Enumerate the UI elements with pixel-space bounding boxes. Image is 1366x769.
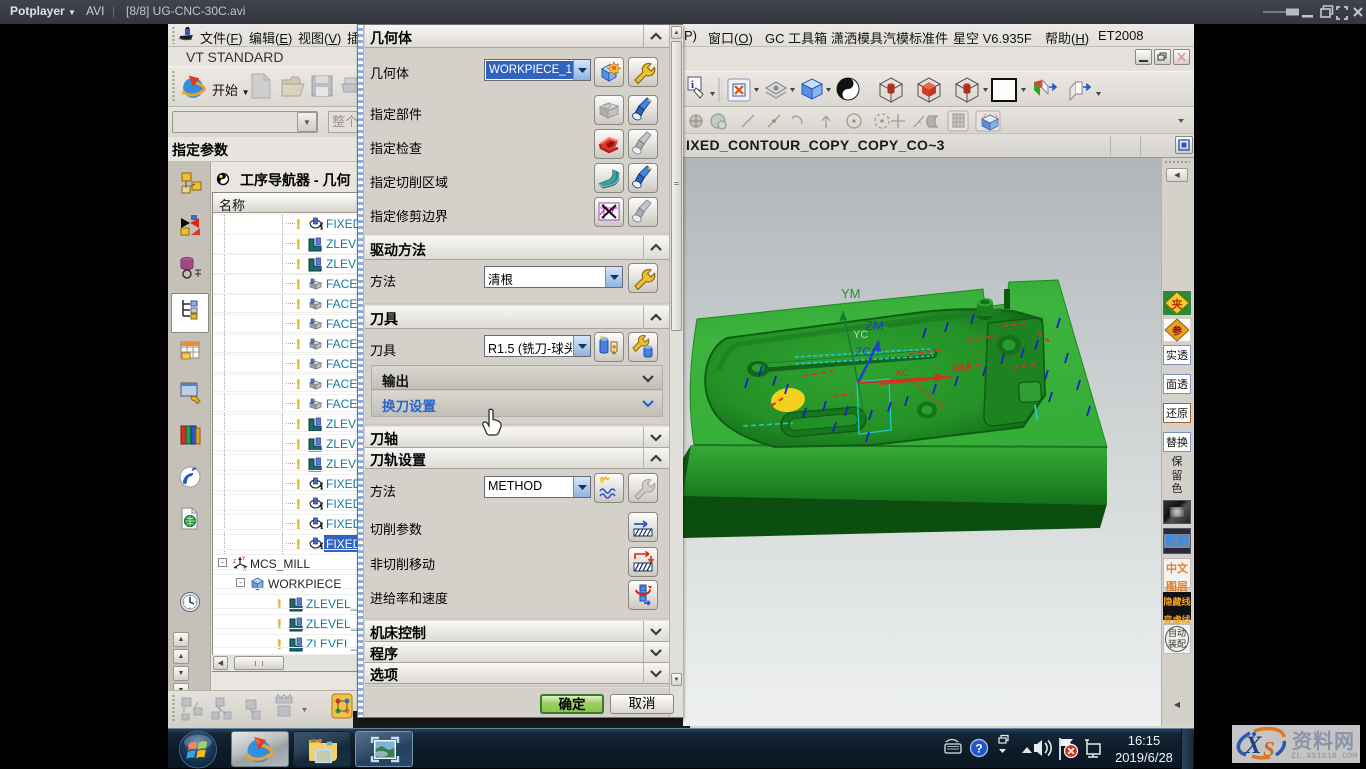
svg-text:YM: YM	[841, 286, 861, 301]
svg-text:S: S	[1263, 737, 1275, 761]
svg-text:ZL.XS1616.COM: ZL.XS1616.COM	[1291, 751, 1357, 761]
svg-text:Z: Z	[233, 559, 236, 565]
svg-text:夹: 夹	[1172, 297, 1183, 311]
svg-text:XC: XC	[895, 368, 909, 379]
svg-text:参: 参	[1172, 325, 1182, 338]
svg-text:资料网: 资料网	[1292, 729, 1355, 753]
svg-text:YC: YC	[853, 329, 868, 341]
svg-text:XM: XM	[951, 360, 971, 375]
svg-text:?: ?	[975, 742, 982, 756]
svg-text:X: X	[1244, 732, 1263, 759]
svg-text:Y: Y	[242, 556, 246, 562]
svg-text:ZC: ZC	[855, 345, 871, 359]
svg-text:i: i	[691, 79, 694, 91]
